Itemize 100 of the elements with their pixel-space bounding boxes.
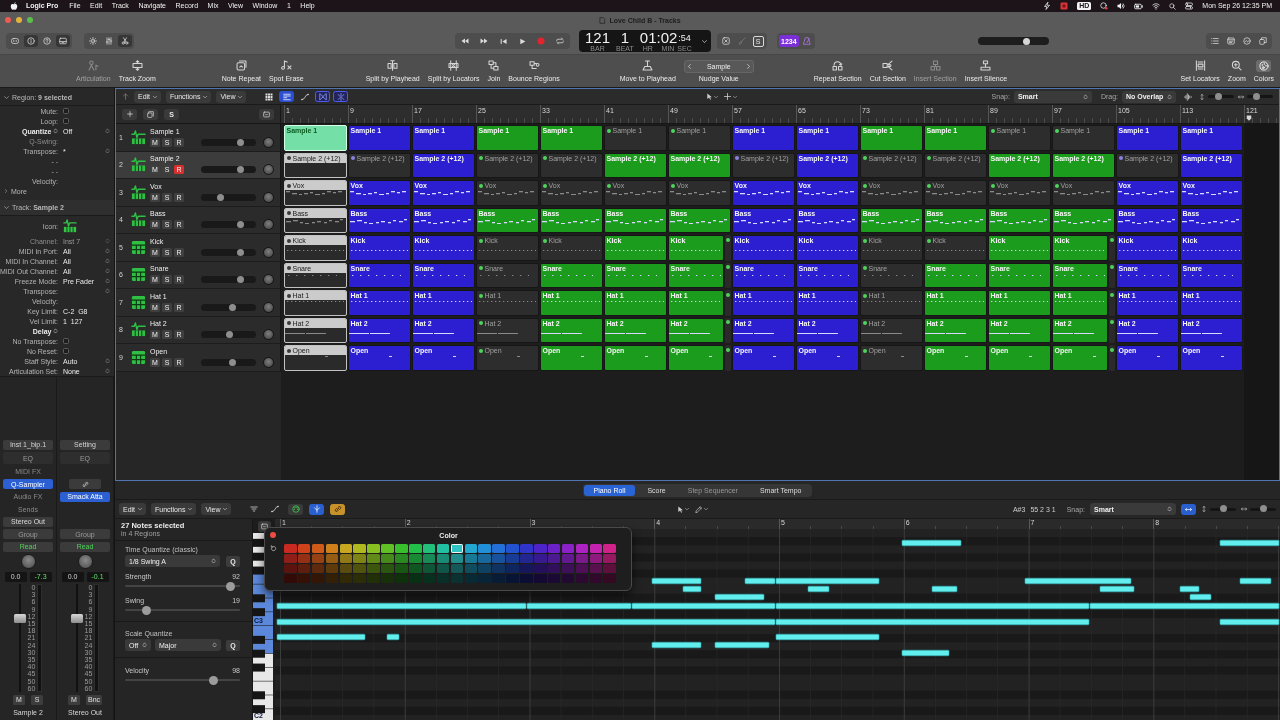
color-swatch[interactable] bbox=[284, 544, 297, 553]
color-swatch[interactable] bbox=[311, 544, 325, 553]
color-swatch[interactable] bbox=[589, 554, 603, 563]
master-volume-slider[interactable] bbox=[977, 37, 1049, 45]
updown-icon[interactable] bbox=[105, 268, 110, 274]
updown-icon[interactable] bbox=[105, 368, 110, 374]
color-swatch[interactable] bbox=[603, 554, 616, 563]
pointer-tool-menu[interactable] bbox=[705, 93, 719, 100]
crosshair-tool-menu[interactable] bbox=[724, 93, 737, 100]
duplicate-track-button[interactable] bbox=[143, 108, 158, 120]
color-swatch[interactable] bbox=[297, 544, 311, 553]
panel-toggle-button[interactable] bbox=[257, 520, 271, 532]
color-swatch[interactable] bbox=[297, 564, 311, 573]
color-swatch[interactable] bbox=[367, 544, 380, 553]
fader-track[interactable] bbox=[13, 584, 26, 692]
color-swatch[interactable] bbox=[589, 544, 603, 553]
color-swatch[interactable] bbox=[506, 574, 519, 583]
checkbox[interactable] bbox=[63, 338, 69, 344]
toggles-icon[interactable] bbox=[1185, 2, 1194, 10]
rewind-icon[interactable] bbox=[461, 37, 469, 45]
color-swatch[interactable] bbox=[589, 574, 603, 583]
color-swatch[interactable] bbox=[297, 574, 311, 583]
color-swatch[interactable] bbox=[339, 554, 353, 563]
color-swatch[interactable] bbox=[436, 574, 450, 583]
pencil-tool-menu[interactable] bbox=[695, 505, 708, 513]
panel-toggle-button[interactable] bbox=[259, 108, 274, 120]
color-swatch[interactable] bbox=[547, 574, 561, 583]
color-swatch[interactable] bbox=[478, 544, 491, 553]
fast-forward-icon[interactable] bbox=[480, 37, 488, 45]
color-swatch[interactable] bbox=[367, 564, 380, 573]
color-swatch[interactable] bbox=[325, 554, 339, 563]
double-arrow-button[interactable] bbox=[1181, 503, 1196, 515]
slider-thumb[interactable] bbox=[226, 581, 236, 591]
color-swatch[interactable] bbox=[575, 554, 589, 563]
grid-icon[interactable] bbox=[264, 92, 273, 101]
close-button[interactable] bbox=[270, 532, 276, 538]
bolt-icon[interactable] bbox=[1043, 2, 1052, 10]
color-swatch[interactable] bbox=[381, 564, 394, 573]
slider-thumb[interactable] bbox=[226, 331, 234, 339]
end-marker-icon[interactable] bbox=[1246, 115, 1252, 121]
help-icon[interactable] bbox=[43, 37, 51, 45]
color-swatch[interactable] bbox=[395, 544, 408, 553]
color-swatch[interactable] bbox=[506, 564, 519, 573]
pan-knob[interactable] bbox=[263, 356, 274, 368]
color-swatch[interactable] bbox=[561, 544, 575, 553]
region-sliver[interactable] bbox=[1109, 235, 1115, 261]
color-swatch[interactable] bbox=[534, 544, 547, 553]
pan-knob[interactable] bbox=[263, 246, 274, 258]
add-track-button[interactable] bbox=[122, 108, 137, 120]
pan-knob[interactable] bbox=[263, 136, 274, 148]
volume-slider[interactable] bbox=[201, 193, 256, 201]
color-swatch[interactable] bbox=[464, 574, 478, 583]
color-swatch[interactable] bbox=[506, 544, 519, 553]
slider-thumb[interactable] bbox=[217, 193, 225, 201]
checkbox[interactable] bbox=[63, 108, 69, 114]
color-swatch[interactable] bbox=[547, 544, 561, 553]
color-swatch[interactable] bbox=[492, 554, 505, 563]
list-button[interactable] bbox=[279, 91, 295, 102]
color-swatch[interactable] bbox=[339, 564, 353, 573]
pan-knob[interactable] bbox=[263, 219, 274, 231]
slider-thumb[interactable] bbox=[142, 605, 152, 615]
pointer-tool-menu[interactable] bbox=[676, 505, 690, 513]
slider-thumb[interactable] bbox=[237, 248, 245, 256]
browser-icon[interactable] bbox=[1259, 37, 1267, 45]
color-swatch[interactable] bbox=[409, 574, 422, 583]
region-sliver[interactable] bbox=[725, 317, 731, 343]
color-swatch[interactable] bbox=[561, 574, 575, 583]
updown-icon[interactable] bbox=[105, 258, 110, 264]
color-swatch[interactable] bbox=[464, 564, 478, 573]
pan-knob[interactable] bbox=[263, 274, 274, 286]
color-swatch[interactable] bbox=[603, 564, 616, 573]
color-swatch[interactable] bbox=[520, 544, 533, 553]
color-swatch[interactable] bbox=[339, 574, 353, 583]
color-swatch[interactable] bbox=[409, 554, 422, 563]
color-swatch[interactable] bbox=[450, 574, 464, 583]
pan-knob[interactable] bbox=[263, 329, 274, 341]
fader-track[interactable] bbox=[70, 584, 83, 692]
color-swatch[interactable] bbox=[450, 564, 464, 573]
color-swatch[interactable] bbox=[297, 554, 311, 563]
color-swatch[interactable] bbox=[589, 564, 603, 573]
color-swatch[interactable] bbox=[450, 554, 464, 563]
sun-icon[interactable] bbox=[89, 37, 97, 45]
info-button[interactable] bbox=[24, 35, 38, 47]
color-swatch[interactable] bbox=[603, 574, 616, 583]
curve-icon[interactable] bbox=[270, 505, 279, 513]
slider-thumb[interactable] bbox=[1252, 92, 1260, 100]
region-sliver[interactable] bbox=[1109, 317, 1115, 343]
slider-thumb[interactable] bbox=[1219, 505, 1227, 512]
fader-handle[interactable] bbox=[13, 613, 26, 623]
loop-icon[interactable] bbox=[1243, 37, 1251, 45]
split-arrows-button[interactable] bbox=[333, 91, 349, 102]
updown-icon[interactable] bbox=[105, 278, 110, 284]
volume-slider[interactable] bbox=[201, 248, 256, 256]
cycle-icon[interactable] bbox=[556, 37, 564, 45]
slider-thumb[interactable] bbox=[1214, 92, 1222, 100]
volume-slider[interactable] bbox=[201, 138, 256, 146]
volume-slider[interactable] bbox=[201, 276, 256, 284]
color-swatch[interactable] bbox=[450, 544, 464, 553]
speaker-icon[interactable] bbox=[1117, 2, 1126, 10]
color-swatch[interactable] bbox=[520, 564, 533, 573]
